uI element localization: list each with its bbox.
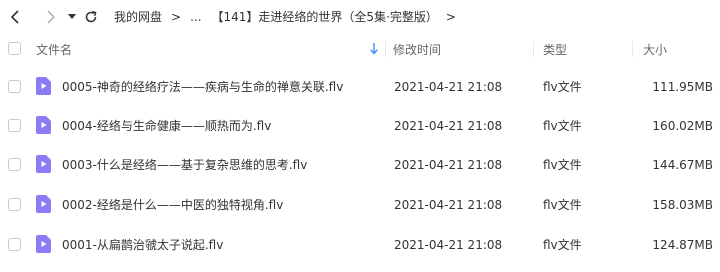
breadcrumb-root[interactable]: 我的网盘	[114, 8, 162, 25]
file-name[interactable]: 0002-经络是什么——中医的独特视角.flv	[62, 185, 283, 224]
file-type: flv文件	[543, 158, 582, 172]
breadcrumb-current-folder[interactable]: 【141】走进经络的世界（全5集·完整版）	[212, 8, 438, 25]
row-checkbox[interactable]	[8, 158, 21, 171]
row-checkbox[interactable]	[8, 80, 21, 93]
file-modified-time: 2021-04-21 21:08	[394, 118, 503, 133]
file-modified-time: 2021-04-21 21:08	[394, 197, 503, 212]
video-file-icon	[36, 155, 51, 173]
column-divider	[632, 41, 633, 57]
file-row[interactable]: 0001-从扁鹊治虢太子说起.flv 2021-04-21 21:08 flv文…	[0, 225, 720, 264]
file-name[interactable]: 0004-经络与生命健康——顺热而为.flv	[62, 106, 271, 145]
chevron-right-icon	[47, 9, 56, 24]
file-type: flv文件	[543, 80, 582, 94]
file-row[interactable]: 0005-神奇的经络疗法——疾病与生命的禅意关联.flv 2021-04-21 …	[0, 67, 720, 106]
chevron-left-icon	[10, 9, 19, 24]
column-header-row: 文件名 修改时间 类型 大小	[0, 33, 720, 65]
column-header-size[interactable]: 大小	[643, 33, 667, 65]
file-row[interactable]: 0004-经络与生命健康——顺热而为.flv 2021-04-21 21:08 …	[0, 106, 720, 145]
file-row[interactable]: 0002-经络是什么——中医的独特视角.flv 2021-04-21 21:08…	[0, 185, 720, 224]
file-size: 160.02MB	[652, 118, 713, 133]
forward-button[interactable]	[42, 7, 60, 27]
video-file-icon	[36, 195, 51, 213]
breadcrumb-ellipsis[interactable]: ...	[190, 10, 201, 24]
column-header-type-label: 类型	[543, 42, 568, 57]
file-type: flv文件	[543, 198, 582, 212]
file-modified-time: 2021-04-21 21:08	[394, 237, 503, 252]
file-name[interactable]: 0001-从扁鹊治虢太子说起.flv	[62, 225, 223, 264]
column-header-name[interactable]: 文件名	[36, 33, 384, 65]
file-size: 124.87MB	[652, 237, 713, 252]
toolbar: 我的网盘 > ... 【141】走进经络的世界（全5集·完整版） >	[0, 0, 720, 33]
file-size: 144.67MB	[652, 157, 713, 172]
column-header-modified-label: 修改时间	[393, 42, 442, 57]
file-type: flv文件	[543, 119, 582, 133]
breadcrumb-separator: >	[171, 9, 182, 24]
breadcrumb-separator-end: >	[445, 9, 456, 24]
file-size: 111.95MB	[652, 79, 713, 94]
column-divider	[533, 41, 534, 57]
file-size: 158.03MB	[652, 197, 713, 212]
breadcrumb: 我的网盘 > ... 【141】走进经络的世界（全5集·完整版） >	[114, 8, 456, 25]
column-header-modified[interactable]: 修改时间	[393, 33, 441, 65]
column-header-type[interactable]: 类型	[543, 33, 567, 65]
file-modified-time: 2021-04-21 21:08	[394, 79, 503, 94]
file-type: flv文件	[543, 238, 582, 252]
history-dropdown-button[interactable]	[66, 7, 78, 27]
column-header-name-label: 文件名	[36, 42, 73, 57]
video-file-icon	[36, 116, 51, 134]
file-modified-time: 2021-04-21 21:08	[394, 157, 503, 172]
back-button[interactable]	[6, 7, 24, 27]
video-file-icon	[36, 235, 51, 253]
caret-down-icon	[68, 13, 76, 19]
row-checkbox[interactable]	[8, 238, 21, 251]
column-divider	[385, 41, 386, 57]
file-row[interactable]: 0003-什么是经络——基于复杂思维的思考.flv 2021-04-21 21:…	[0, 145, 720, 184]
refresh-button[interactable]	[82, 7, 100, 27]
select-all-checkbox[interactable]	[8, 42, 21, 55]
column-header-size-label: 大小	[643, 42, 668, 57]
sort-descending-icon	[370, 43, 378, 55]
file-name[interactable]: 0003-什么是经络——基于复杂思维的思考.flv	[62, 145, 307, 184]
row-checkbox[interactable]	[8, 119, 21, 132]
refresh-icon	[85, 10, 97, 22]
file-name[interactable]: 0005-神奇的经络疗法——疾病与生命的禅意关联.flv	[62, 67, 343, 106]
video-file-icon	[36, 77, 51, 95]
row-checkbox[interactable]	[8, 198, 21, 211]
